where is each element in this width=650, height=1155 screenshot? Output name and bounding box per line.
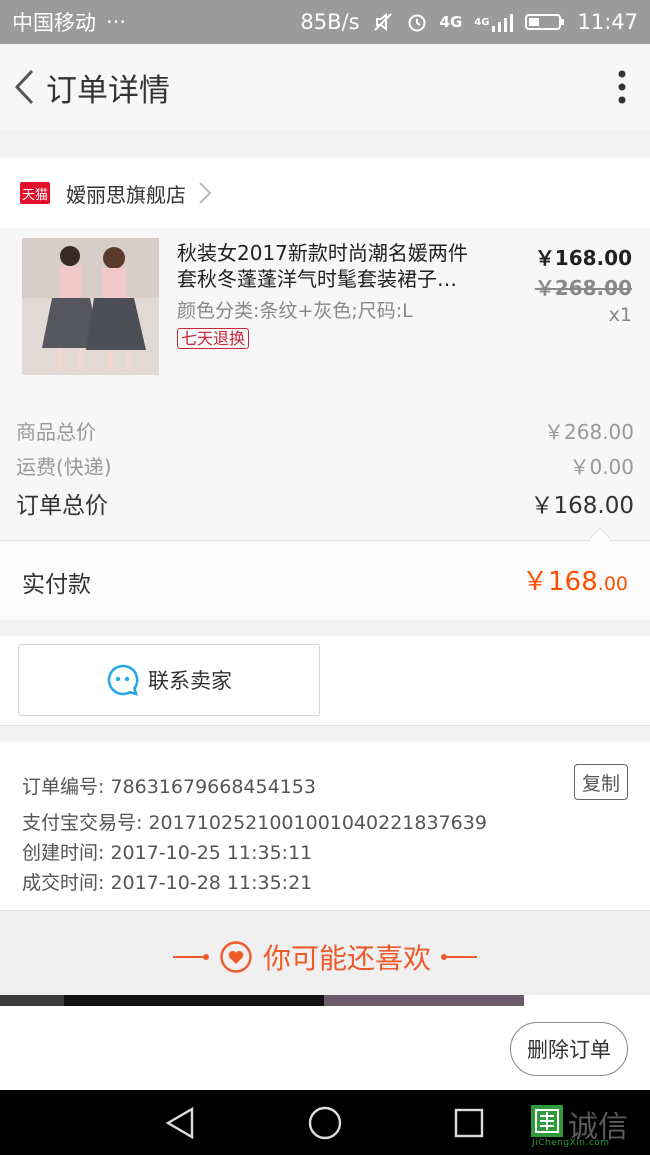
carrier-name: 中国移动 — [12, 11, 96, 35]
bottom-action-bar: 删除订单 — [0, 1006, 650, 1090]
square-recents-icon — [454, 1108, 484, 1138]
recommendations-title: 你可能还喜欢 — [262, 942, 431, 975]
chat-bubble-icon — [107, 664, 139, 696]
contact-section: 联系卖家 — [0, 636, 650, 726]
closed-time: 2017-10-28 11:35:21 — [110, 872, 313, 894]
paid-amount-box: 实付款 ￥168.00 — [0, 541, 650, 620]
page-title: 订单详情 — [46, 72, 170, 109]
system-nav-bar: 诚信 JiChengXin.com — [0, 1090, 650, 1155]
order-number-label: 订单编号: — [22, 776, 105, 798]
product-image[interactable] — [22, 238, 159, 375]
order-total-row: 订单总价 ￥168.00 — [16, 486, 634, 520]
heart-icon — [220, 941, 252, 973]
contact-seller-label: 联系卖家 — [148, 669, 232, 693]
return-policy-badge: 七天退换 — [177, 328, 250, 349]
triangle-back-icon — [165, 1106, 194, 1140]
clock: 11:47 — [577, 10, 638, 34]
more-menu-button[interactable] — [594, 44, 650, 130]
closed-time-label: 成交时间: — [22, 872, 105, 894]
nav-home-button[interactable] — [307, 1105, 343, 1141]
chevron-left-icon — [14, 69, 34, 105]
circle-home-icon — [308, 1106, 342, 1140]
paid-value-main: ￥168 — [522, 567, 598, 597]
product-title-line-1: 秋装女2017新款时尚潮名媛两件 — [177, 241, 468, 265]
order-number: 78631679668454153 — [110, 776, 316, 798]
alipay-number-line: 支付宝交易号: 2017102521001001040221837639 — [22, 808, 487, 835]
chevron-right-icon — [198, 181, 212, 205]
nav-recents-button[interactable] — [451, 1105, 487, 1141]
shipping-row: 运费(快递) ￥0.00 — [16, 451, 634, 480]
recommendations-header: 你可能还喜欢 — [0, 937, 650, 977]
signal-icon: 4G — [474, 11, 514, 33]
recommendations-section: 你可能还喜欢 — [0, 910, 650, 1007]
order-total-label: 订单总价 — [16, 493, 108, 519]
battery-icon — [525, 11, 565, 33]
nav-bar: 订单详情 — [0, 44, 650, 130]
paid-label: 实付款 — [22, 572, 91, 598]
order-number-line: 订单编号: 78631679668454153 — [22, 772, 316, 799]
back-button[interactable] — [2, 44, 46, 130]
network-type: 4G — [439, 13, 463, 31]
order-item[interactable]: 秋装女2017新款时尚潮名媛两件 套秋冬蓬蓬洋气时髦套装裙子… 颜色分类:条纹+… — [0, 228, 650, 390]
product-title-line-2: 套秋冬蓬蓬洋气时髦套装裙子… — [177, 267, 457, 291]
order-info: 订单编号: 78631679668454153 复制 支付宝交易号: 20171… — [0, 742, 650, 910]
watermark-emblem-icon — [531, 1105, 563, 1137]
closed-time-line: 成交时间: 2017-10-28 11:35:21 — [22, 868, 312, 895]
item-price: ￥168.00 — [534, 246, 632, 270]
product-spec: 颜色分类:条纹+灰色;尺码:L — [177, 300, 413, 322]
order-total-value: ￥168.00 — [530, 493, 634, 519]
nav-back-button[interactable] — [162, 1105, 198, 1141]
shop-name: 嫒丽思旗舰店 — [66, 182, 186, 207]
shop-row[interactable]: 天猫 嫒丽思旗舰店 — [0, 158, 650, 228]
network-type-2: 4G — [474, 16, 490, 28]
goods-total-row: 商品总价 ￥268.00 — [16, 416, 634, 445]
decor-line-right — [441, 954, 477, 960]
shop-section: 天猫 嫒丽思旗舰店 秋装女2017新款时尚潮名媛两件 套秋冬蓬蓬洋气时髦套装裙子… — [0, 158, 650, 390]
watermark-subtext: JiChengXin.com — [532, 1138, 610, 1148]
created-time-label: 创建时间: — [22, 842, 105, 864]
tmall-icon: 天猫 — [20, 182, 50, 204]
shipping-label: 运费(快递) — [16, 455, 112, 479]
product-title[interactable]: 秋装女2017新款时尚潮名媛两件 套秋冬蓬蓬洋气时髦套装裙子… — [177, 240, 497, 292]
item-quantity: x1 — [608, 304, 632, 326]
paid-value-decimal: .00 — [597, 573, 628, 595]
paid-value: ￥168.00 — [522, 561, 628, 598]
copy-button[interactable]: 复制 — [574, 764, 628, 800]
item-original-price: ￥268.00 — [534, 276, 632, 300]
status-bar: 中国移动 ··· 85B/s 4G 4G 11:47 — [0, 0, 650, 44]
more-vertical-icon — [618, 70, 626, 104]
alarm-icon — [406, 11, 428, 33]
decor-line-left — [172, 954, 209, 960]
mute-icon — [372, 11, 394, 33]
price-summary: 商品总价 ￥268.00 运费(快递) ￥0.00 订单总价 ￥168.00 实… — [0, 390, 650, 620]
alipay-number-label: 支付宝交易号: — [22, 812, 143, 834]
network-speed: 85B/s — [300, 10, 360, 34]
watermark-logo: 诚信 JiChengXin.com — [530, 1100, 644, 1150]
goods-total-label: 商品总价 — [16, 420, 96, 444]
contact-seller-button[interactable]: 联系卖家 — [18, 644, 320, 716]
shipping-value: ￥0.00 — [569, 455, 634, 479]
created-time: 2017-10-25 11:35:11 — [110, 842, 313, 864]
goods-total-value: ￥268.00 — [544, 420, 634, 444]
notification-dots: ··· — [106, 10, 127, 34]
created-time-line: 创建时间: 2017-10-25 11:35:11 — [22, 838, 312, 865]
delete-order-button[interactable]: 删除订单 — [510, 1022, 628, 1076]
alipay-number: 2017102521001001040221837639 — [148, 812, 487, 834]
